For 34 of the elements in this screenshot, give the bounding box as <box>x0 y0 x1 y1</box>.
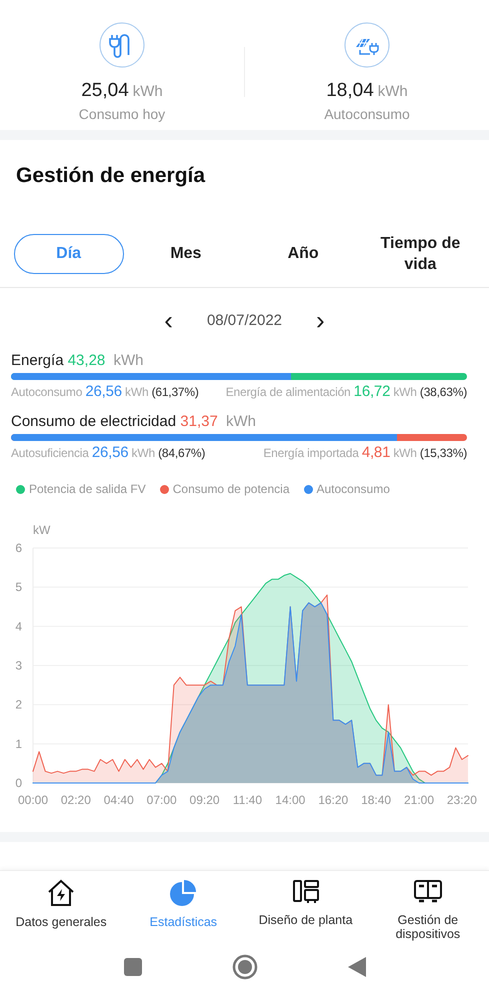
section-title: Gestión de energía <box>15 163 206 189</box>
y-tick-label: 3 <box>15 658 22 672</box>
legend-label: Consumo de potencia <box>172 482 290 496</box>
y-tick-label: 4 <box>15 619 22 634</box>
bar-detail: Autoconsumo 26,56 kWh (61,37%) <box>11 383 199 400</box>
x-tick-label: 00:00 <box>18 793 48 807</box>
y-tick-label: 2 <box>15 698 22 712</box>
date-label: 08/07/2022 <box>206 312 282 328</box>
bar-detail: Energía importada 4,81 kWh (15,33%) <box>263 444 467 461</box>
x-tick-label: 18:40 <box>361 793 392 807</box>
y-tick-label: 0 <box>15 776 22 790</box>
x-tick-label: 21:00 <box>404 793 434 807</box>
bar-detail: Autosuficiencia 26,56 kWh (84,67%) <box>11 444 206 461</box>
stat-label: Autoconsumo <box>324 106 410 122</box>
x-tick-label: 11:40 <box>232 793 262 807</box>
stat-value: 18,04 kWh <box>326 80 408 102</box>
x-tick-label: 09:20 <box>190 793 220 807</box>
stat-value: 25,04 kWh <box>81 80 163 102</box>
y-tick-label: 5 <box>15 580 22 594</box>
stat-label: Consumo hoy <box>78 106 166 122</box>
x-tick-label: 16:20 <box>318 793 348 807</box>
x-tick-label: 02:20 <box>60 793 91 807</box>
bar-detail: Energía de alimentación 16,72 kWh (38,63%) <box>226 383 467 400</box>
bar-heading: Consumo de electricidad 31,37 kWh <box>11 413 257 430</box>
x-tick-label: 07:00 <box>146 793 177 807</box>
legend-label: Potencia de salida FV <box>29 482 146 496</box>
x-tick-label: 14:00 <box>275 793 306 807</box>
x-tick-label: 23:20 <box>446 793 477 807</box>
x-tick-label: 04:40 <box>104 793 134 807</box>
y-tick-label: 6 <box>15 541 22 555</box>
y-tick-label: 1 <box>15 736 22 751</box>
bar-heading: Energía 43,28 kWh <box>11 352 144 369</box>
axis-unit: kW <box>33 523 50 537</box>
legend-label: Autoconsumo <box>316 482 390 496</box>
